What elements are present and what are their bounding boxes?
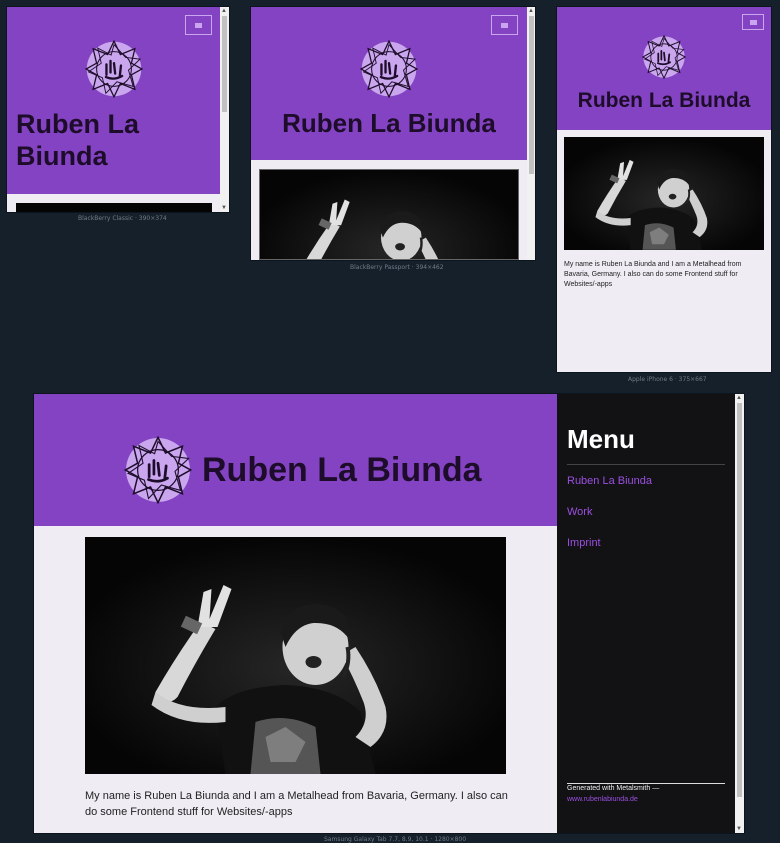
profile-photo bbox=[564, 137, 764, 250]
device-preview-iphone-6: Ruben La Biunda My name is Ruben La Biun… bbox=[557, 7, 771, 372]
menu-link-imprint[interactable]: Imprint bbox=[567, 537, 601, 549]
scroll-down-icon[interactable]: ▼ bbox=[736, 826, 742, 832]
site-title: Ruben La Biunda bbox=[282, 108, 496, 138]
menu-link-home[interactable]: Ruben La Biunda bbox=[567, 475, 652, 487]
menu-button[interactable] bbox=[185, 15, 212, 35]
sidebar-menu: Menu Ruben La Biunda Work Imprint Genera… bbox=[557, 394, 735, 833]
bio-text: My name is Ruben La Biunda and I am a Me… bbox=[564, 261, 742, 288]
site-title: Ruben La Biunda bbox=[202, 451, 482, 489]
scroll-up-icon[interactable]: ▲ bbox=[736, 395, 742, 401]
footer-text: Generated with Metalsmith — bbox=[567, 785, 660, 792]
menu-icon bbox=[749, 19, 757, 25]
site-title: Ruben La Biunda bbox=[577, 89, 751, 112]
device-caption: Apple iPhone 6 · 375×667 bbox=[628, 376, 707, 383]
scrollbar[interactable]: ▲ ▼ bbox=[735, 394, 744, 833]
logo-icon bbox=[124, 436, 192, 504]
device-caption: BlackBerry Classic · 390×374 bbox=[78, 215, 167, 222]
menu-icon bbox=[195, 22, 202, 28]
footer-divider bbox=[567, 783, 725, 784]
profile-photo bbox=[85, 537, 506, 774]
menu-link-work[interactable]: Work bbox=[567, 506, 592, 518]
scrollbar[interactable]: ▲ ▼ bbox=[220, 7, 229, 212]
scrollbar[interactable]: ▲ bbox=[527, 7, 535, 260]
scroll-up-icon[interactable]: ▲ bbox=[528, 8, 534, 14]
scrollbar-thumb[interactable] bbox=[737, 403, 742, 797]
menu-button[interactable] bbox=[491, 15, 518, 35]
profile-photo bbox=[16, 203, 212, 212]
logo-icon bbox=[642, 35, 686, 79]
device-caption: BlackBerry Passport · 394×462 bbox=[350, 264, 444, 271]
logo-icon bbox=[85, 40, 143, 98]
scroll-up-icon[interactable]: ▲ bbox=[221, 8, 227, 14]
menu-divider bbox=[567, 464, 725, 465]
menu-heading: Menu bbox=[567, 424, 635, 454]
scroll-down-icon[interactable]: ▼ bbox=[221, 205, 227, 211]
device-preview-blackberry-classic: Ruben La Biunda ▲ ▼ bbox=[7, 7, 229, 212]
footer-link[interactable]: www.rubenlabiunda.de bbox=[567, 796, 638, 803]
device-preview-galaxy-tab: Ruben La Biunda My name is Ruben La Biun… bbox=[34, 394, 744, 833]
scrollbar-thumb[interactable] bbox=[222, 16, 227, 112]
menu-button[interactable] bbox=[742, 14, 764, 30]
device-preview-blackberry-passport: Ruben La Biunda ▲ bbox=[251, 7, 535, 260]
profile-photo bbox=[259, 169, 519, 260]
site-title: Ruben La Biunda bbox=[16, 109, 140, 172]
scrollbar-thumb[interactable] bbox=[529, 16, 534, 174]
logo-icon bbox=[360, 40, 418, 98]
bio-text: My name is Ruben La Biunda and I am a Me… bbox=[85, 790, 508, 818]
menu-icon bbox=[501, 22, 508, 28]
device-caption: Samsung Galaxy Tab 7.7, 8.9, 10.1 · 1280… bbox=[324, 836, 467, 843]
